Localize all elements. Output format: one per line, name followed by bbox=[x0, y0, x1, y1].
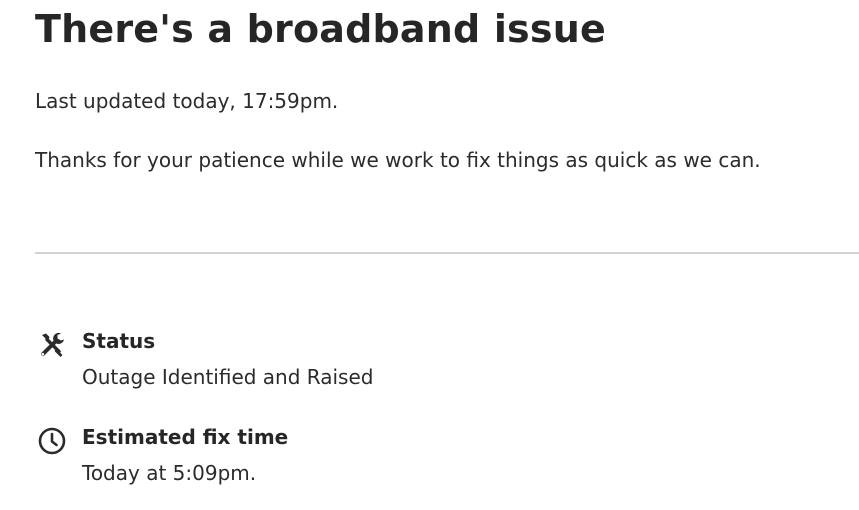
fix-time-value: Today at 5:09pm. bbox=[82, 461, 257, 485]
last-updated-text: Last updated today, 17:59pm. bbox=[35, 89, 339, 113]
clock-icon bbox=[37, 426, 67, 456]
status-label: Status bbox=[82, 329, 156, 353]
patience-message: Thanks for your patience while we work t… bbox=[35, 148, 761, 172]
section-divider bbox=[35, 252, 859, 254]
tools-icon bbox=[37, 330, 67, 360]
status-value: Outage Identified and Raised bbox=[82, 365, 374, 389]
fix-time-label: Estimated fix time bbox=[82, 425, 289, 449]
page-title: There's a broadband issue bbox=[35, 7, 606, 51]
